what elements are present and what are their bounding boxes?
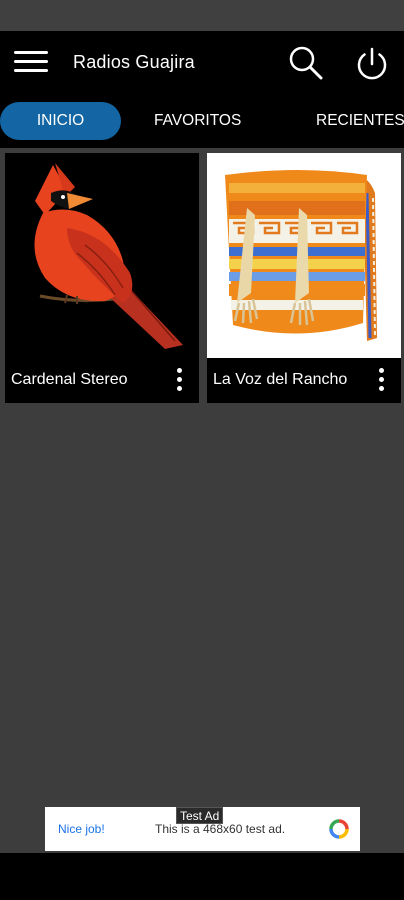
ad-logo-icon	[328, 818, 350, 840]
tab-favoritos[interactable]: FAVORITOS	[154, 102, 241, 140]
tab-recientes[interactable]: RECIENTES	[316, 102, 404, 140]
tab-inicio[interactable]: INICIO	[0, 102, 121, 140]
station-card-la-voz-del-rancho[interactable]: La Voz del Rancho	[207, 153, 401, 403]
more-options-icon[interactable]	[169, 367, 189, 393]
station-name: La Voz del Rancho	[213, 371, 348, 388]
station-card-cardenal-stereo[interactable]: Cardenal Stereo	[5, 153, 199, 403]
station-name: Cardenal Stereo	[11, 371, 128, 388]
app-title: Radios Guajira	[73, 52, 195, 72]
search-icon[interactable]	[286, 43, 326, 83]
tab-bar: INICIO FAVORITOS RECIENTES	[0, 95, 404, 148]
app-bar: Radios Guajira	[0, 31, 404, 95]
status-bar	[0, 0, 404, 31]
more-options-icon[interactable]	[371, 367, 391, 393]
ad-label: Test Ad	[176, 807, 224, 824]
ad-headline: Nice job!	[58, 822, 105, 836]
station-image-woven-bag	[207, 153, 401, 358]
station-card-footer: Cardenal Stereo	[5, 358, 199, 403]
station-card-footer: La Voz del Rancho	[207, 358, 401, 403]
power-icon[interactable]	[352, 43, 392, 83]
ad-description: This is a 468x60 test ad.	[155, 822, 286, 836]
bottom-bar	[0, 853, 404, 900]
hamburger-menu-icon[interactable]	[12, 47, 50, 77]
station-image-cardinal	[5, 153, 199, 358]
